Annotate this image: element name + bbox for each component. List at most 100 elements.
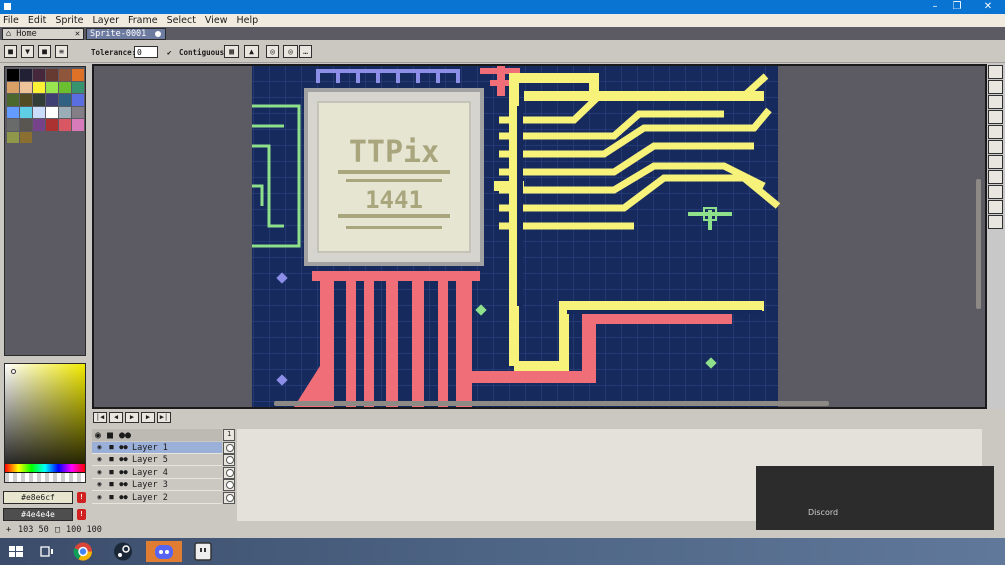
frame-cel[interactable]: [223, 454, 235, 467]
palette-swatch[interactable]: [7, 81, 19, 93]
discord-icon[interactable]: [146, 541, 182, 562]
lock-icon[interactable]: ■: [107, 480, 116, 489]
frame-cel[interactable]: [223, 466, 235, 479]
stop-icon[interactable]: ■: [38, 45, 51, 58]
menu-lines-icon[interactable]: ≡: [55, 45, 68, 58]
link-icon[interactable]: ●●: [119, 480, 128, 489]
palette-swatch[interactable]: [33, 106, 45, 118]
alpha-slider[interactable]: [5, 473, 85, 482]
warning-icon[interactable]: !: [77, 509, 86, 520]
palette-swatch[interactable]: [46, 81, 58, 93]
link-icon[interactable]: ●●: [119, 493, 128, 502]
symmetry-icon[interactable]: ◎: [266, 45, 279, 58]
palette-swatch[interactable]: [20, 131, 32, 143]
lock-icon[interactable]: ■: [107, 443, 116, 452]
palette-swatch[interactable]: [7, 94, 19, 106]
line-tool-icon[interactable]: [988, 170, 1003, 184]
frame-cel[interactable]: [223, 479, 235, 492]
palette-swatch[interactable]: [72, 81, 84, 93]
palette-swatch[interactable]: [7, 69, 19, 81]
fill-tool-icon[interactable]: [988, 155, 1003, 169]
palette-swatch[interactable]: [59, 94, 71, 106]
background-color[interactable]: #4e4e4e: [3, 508, 73, 521]
palette-swatch[interactable]: [7, 131, 19, 143]
arrow-down-icon[interactable]: ▼: [21, 45, 34, 58]
hue-slider[interactable]: [5, 464, 85, 472]
eraser-tool-icon[interactable]: [988, 95, 1003, 109]
palette-swatch[interactable]: [46, 94, 58, 106]
foreground-color[interactable]: #e8e6cf: [3, 491, 73, 504]
palette-swatch[interactable]: [20, 119, 32, 131]
palette-swatch[interactable]: [46, 106, 58, 118]
palette-swatch[interactable]: [46, 119, 58, 131]
palette-swatch[interactable]: [72, 94, 84, 106]
palette-swatch[interactable]: [59, 106, 71, 118]
palette-swatch[interactable]: [20, 106, 32, 118]
menu-sprite[interactable]: Sprite: [55, 14, 83, 27]
previous-frame-icon[interactable]: ◀: [109, 412, 123, 423]
frame-cel[interactable]: [223, 441, 235, 454]
menu-help[interactable]: Help: [236, 14, 258, 27]
palette-swatch[interactable]: [59, 81, 71, 93]
notification-toast[interactable]: Discord: [756, 466, 994, 530]
first-frame-icon[interactable]: |◀: [93, 412, 107, 423]
close-window-button[interactable]: ✕: [971, 0, 1005, 14]
menu-select[interactable]: Select: [167, 14, 196, 27]
palette-swatch[interactable]: [20, 81, 32, 93]
tab-sprite[interactable]: Sprite-0001: [86, 28, 166, 40]
blob-tool-icon[interactable]: [988, 200, 1003, 214]
next-frame-icon[interactable]: ▶: [141, 412, 155, 423]
maximize-button[interactable]: ❐: [940, 0, 974, 14]
palette-swatch[interactable]: [72, 69, 84, 81]
cel-dot-icon[interactable]: [226, 494, 234, 502]
lock-icon[interactable]: ■: [107, 468, 116, 477]
lock-icon[interactable]: ■: [107, 430, 113, 441]
lock-icon[interactable]: ■: [4, 45, 17, 58]
palette-swatch[interactable]: [33, 94, 45, 106]
task-view-icon[interactable]: [36, 541, 58, 562]
palette-swatch[interactable]: [33, 81, 45, 93]
palette-swatch[interactable]: [59, 119, 71, 131]
link-icon[interactable]: ●●: [119, 455, 128, 464]
palette-swatch[interactable]: [7, 119, 19, 131]
frame-cel[interactable]: [223, 492, 235, 504]
close-tab-icon[interactable]: ✕: [75, 29, 80, 39]
pencil-tool-icon[interactable]: [988, 80, 1003, 94]
eye-icon[interactable]: ◉: [95, 480, 104, 489]
lock-icon[interactable]: ■: [107, 455, 116, 464]
eye-icon[interactable]: ◉: [95, 430, 101, 441]
more-options-icon[interactable]: …: [299, 45, 312, 58]
palette-swatch[interactable]: [46, 69, 58, 81]
palette-swatch[interactable]: [33, 119, 45, 131]
sample-layer-icon[interactable]: ▩: [224, 45, 239, 58]
layer-row[interactable]: ◉ ■ ●● Layer 3: [92, 479, 222, 492]
palette-swatch[interactable]: [20, 69, 32, 81]
chrome-icon[interactable]: [72, 541, 94, 562]
menu-layer[interactable]: Layer: [93, 14, 120, 27]
cel-dot-icon[interactable]: [226, 481, 234, 490]
symmetry-options-icon[interactable]: ◎: [283, 45, 298, 58]
color-picker[interactable]: [4, 363, 86, 483]
eye-icon[interactable]: ◉: [95, 493, 104, 502]
menu-view[interactable]: View: [205, 14, 228, 27]
link-icon[interactable]: ●●: [119, 430, 131, 441]
palette-swatch[interactable]: [72, 119, 84, 131]
canvas-viewport[interactable]: TTPix 1441: [92, 64, 987, 409]
menu-frame[interactable]: Frame: [128, 14, 158, 27]
layer-row[interactable]: ◉ ■ ●● Layer 1: [92, 441, 222, 454]
tab-home[interactable]: ⌂ Home ✕: [2, 28, 84, 40]
eye-icon[interactable]: ◉: [95, 468, 104, 477]
frame-header[interactable]: 1: [223, 429, 235, 441]
play-icon[interactable]: ▶: [125, 412, 139, 423]
eyedropper-tool-icon[interactable]: [988, 110, 1003, 124]
zoom-tool-icon[interactable]: [988, 125, 1003, 139]
menu-edit[interactable]: Edit: [28, 14, 46, 27]
windows-start-icon[interactable]: [5, 541, 27, 562]
steam-icon[interactable]: [112, 541, 134, 562]
contiguous-check-icon[interactable]: ✔: [167, 48, 172, 57]
palette-swatch[interactable]: [33, 69, 45, 81]
layer-row[interactable]: ◉ ■ ●● Layer 2: [92, 492, 222, 504]
cel-dot-icon[interactable]: [226, 443, 234, 452]
aseprite-icon[interactable]: [192, 541, 214, 562]
eye-icon[interactable]: ◉: [95, 455, 104, 464]
